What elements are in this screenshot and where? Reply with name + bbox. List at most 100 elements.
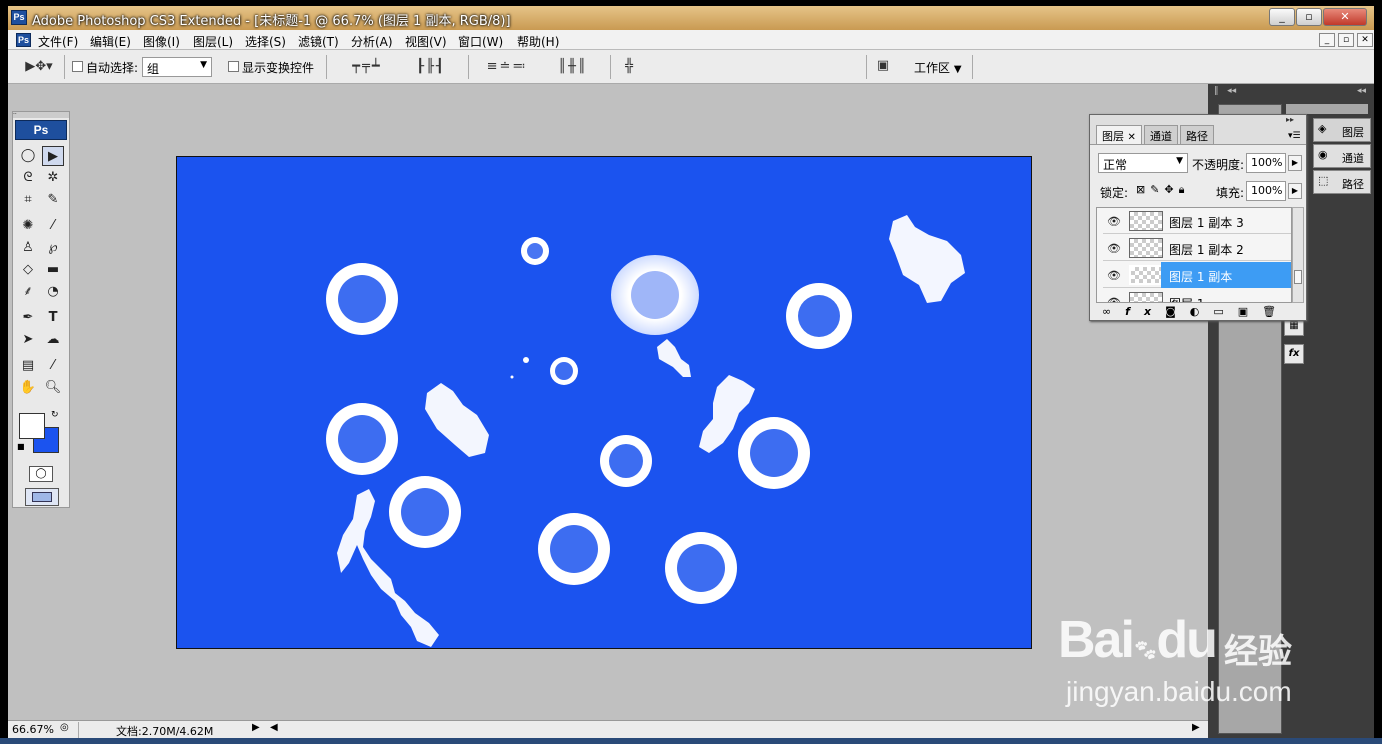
doc-restore-button[interactable]: ▫	[1338, 33, 1354, 47]
dock-collapse-icon[interactable]: ◂◂	[1304, 86, 1366, 100]
lasso-tool-icon[interactable]: ᘓ	[17, 168, 39, 188]
pen-tool-icon[interactable]: ✒	[17, 308, 39, 328]
maximize-button[interactable]: ▫	[1296, 8, 1322, 26]
toolbox-grip[interactable]: ··	[13, 112, 69, 118]
gradient-tool-icon[interactable]: ▬	[42, 260, 64, 280]
new-group-icon[interactable]: ▭	[1213, 305, 1237, 318]
workspace-button[interactable]: 工作区 ▼	[914, 59, 962, 76]
close-button[interactable]: ✕	[1323, 8, 1367, 26]
quick-mask-icon[interactable]: ◯	[29, 466, 53, 482]
status-icon[interactable]: ◎	[60, 722, 69, 733]
scrollbar-thumb[interactable]	[1294, 270, 1302, 284]
layer-row[interactable]: 👁︎ 图层 1 副本 3	[1103, 208, 1291, 234]
document-canvas[interactable]	[176, 156, 1032, 649]
status-menu-arrow-icon[interactable]: ▶	[252, 722, 260, 733]
status-bar: 66.67% ◎ 文档:2.70M/4.62M ▶ ◀ ▶	[8, 720, 1208, 738]
styles-icon[interactable]: fx	[1284, 344, 1304, 364]
tab-layers[interactable]: 图层 ✕	[1096, 125, 1142, 144]
distribute-left-icons[interactable]: ║╫║	[544, 59, 602, 74]
opacity-input[interactable]: 100%	[1246, 153, 1286, 173]
type-tool-icon[interactable]: T	[42, 308, 64, 328]
layers-scrollbar[interactable]	[1292, 207, 1304, 303]
show-transform-checkbox[interactable]	[228, 61, 239, 72]
bridge-icon[interactable]: ▣	[872, 58, 894, 73]
marquee-tool-icon[interactable]: ◯	[17, 146, 39, 166]
menu-analysis[interactable]: 分析(A)	[351, 33, 393, 50]
scroll-right-icon[interactable]: ▶	[1192, 722, 1200, 733]
menu-view[interactable]: 视图(V)	[405, 33, 447, 50]
dock-button-channels[interactable]: ◉ 通道	[1313, 144, 1371, 168]
align-top-icons[interactable]: ┯╤┷	[336, 59, 398, 74]
menu-image[interactable]: 图像(I)	[143, 33, 180, 50]
close-icon[interactable]: ✕	[1128, 132, 1136, 143]
slice-tool-icon[interactable]: ✎	[42, 190, 64, 210]
tab-paths[interactable]: 路径	[1180, 125, 1214, 144]
dock-button-layers[interactable]: ◈ 图层	[1313, 118, 1371, 142]
move-tool-icon[interactable]: ▶	[42, 146, 64, 166]
eyedropper-icon[interactable]: ⁄	[42, 356, 64, 376]
visibility-eye-icon[interactable]: 👁︎	[1107, 242, 1121, 255]
watermark-logo: Bai🐾︎du	[1058, 610, 1218, 670]
menu-layer[interactable]: 图层(L)	[193, 33, 233, 50]
doc-close-button[interactable]: ✕	[1357, 33, 1373, 47]
path-selection-icon[interactable]: ➤	[17, 330, 39, 350]
panel-menu-icon[interactable]: ▾☰	[1288, 131, 1301, 141]
visibility-eye-icon[interactable]: 👁︎	[1107, 215, 1121, 228]
zoom-level[interactable]: 66.67%	[12, 723, 54, 736]
layer-mask-icon[interactable]: ◙	[1165, 305, 1190, 318]
history-brush-icon[interactable]: ℘	[42, 238, 64, 258]
auto-select-dropdown[interactable]: 组 ▼	[142, 57, 212, 77]
move-tool-preset-icon[interactable]: ▶✥▾	[22, 59, 56, 74]
menu-filter[interactable]: 滤镜(T)	[298, 33, 339, 50]
auto-select-checkbox[interactable]	[72, 61, 83, 72]
menu-file[interactable]: 文件(F)	[38, 33, 78, 50]
fill-slider-arrow-icon[interactable]: ▶	[1288, 183, 1302, 199]
distribute-top-icons[interactable]: ≡≐≕	[478, 59, 536, 74]
layer-row[interactable]: 👁︎ 图层 1 副本	[1103, 262, 1291, 288]
visibility-eye-icon[interactable]: 👁︎	[1107, 296, 1121, 302]
clone-stamp-icon[interactable]: ♙	[17, 238, 39, 258]
menu-select[interactable]: 选择(S)	[245, 33, 286, 50]
menu-edit[interactable]: 编辑(E)	[90, 33, 131, 50]
shape-tool-icon[interactable]: ☁	[42, 330, 64, 350]
hand-tool-icon[interactable]: ✋	[17, 378, 39, 398]
align-left-icons[interactable]: ┠╟┨	[404, 59, 458, 74]
layer-style-icon[interactable]: fx	[1125, 305, 1165, 318]
doc-minimize-button[interactable]: _	[1319, 33, 1335, 47]
new-layer-icon[interactable]: ▣	[1238, 305, 1262, 318]
visibility-eye-icon[interactable]: 👁︎	[1107, 269, 1121, 282]
healing-brush-icon[interactable]: ✺	[17, 216, 39, 236]
brush-tool-icon[interactable]: ⁄	[42, 216, 64, 236]
adjustment-layer-icon[interactable]: ◐	[1190, 305, 1214, 318]
layer-row[interactable]: 👁︎ 图层 1 副本 2	[1103, 235, 1291, 261]
swap-colors-icon[interactable]: ↻	[51, 410, 59, 420]
link-layers-icon[interactable]: ∞	[1102, 305, 1125, 318]
zoom-tool-icon[interactable]: 🔍︎	[42, 378, 64, 398]
auto-align-icon[interactable]: ╬	[618, 59, 640, 74]
dodge-tool-icon[interactable]: ◔	[42, 282, 64, 302]
crop-tool-icon[interactable]: ⌗	[17, 190, 39, 210]
lock-icons[interactable]: ⊠✎✥🔒︎	[1136, 183, 1190, 197]
bubble	[609, 444, 643, 478]
minimize-button[interactable]: _	[1269, 8, 1295, 26]
fill-input[interactable]: 100%	[1246, 181, 1286, 201]
lock-label: 锁定:	[1100, 186, 1129, 200]
menu-help[interactable]: 帮助(H)	[517, 33, 559, 50]
dock-grip[interactable]: ‖ ◂◂	[1214, 86, 1294, 100]
foreground-color-swatch[interactable]	[19, 413, 45, 439]
menu-window[interactable]: 窗口(W)	[458, 33, 503, 50]
dock-button-paths[interactable]: ⬚ 路径	[1313, 170, 1371, 194]
magic-wand-icon[interactable]: ✲	[42, 168, 64, 188]
panel-collapse-icon[interactable]: ▸▸	[1286, 115, 1294, 124]
layer-row[interactable]: 👁︎ 图层 1	[1103, 289, 1291, 302]
blur-tool-icon[interactable]: ⸙	[17, 282, 39, 302]
tab-channels[interactable]: 通道	[1144, 125, 1178, 144]
scroll-left-icon[interactable]: ◀	[270, 722, 278, 733]
eraser-tool-icon[interactable]: ◇	[17, 260, 39, 280]
notes-tool-icon[interactable]: ▤	[17, 356, 39, 376]
trash-icon[interactable]: 🗑︎	[1262, 305, 1290, 318]
default-colors-icon[interactable]: ■	[17, 442, 25, 451]
blend-mode-dropdown[interactable]: 正常 ▼	[1098, 153, 1188, 173]
opacity-slider-arrow-icon[interactable]: ▶	[1288, 155, 1302, 171]
screen-mode-icon[interactable]	[25, 488, 59, 506]
